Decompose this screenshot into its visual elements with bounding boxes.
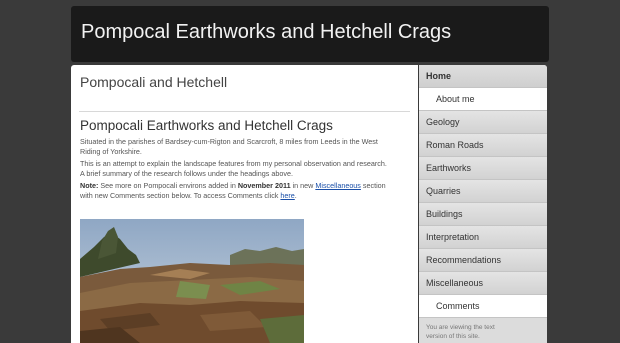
main-content: Pompocali and Hetchell Pompocali Earthwo… <box>71 65 418 343</box>
nav-item-miscellaneous[interactable]: Miscellaneous <box>419 272 547 295</box>
landscape-photo <box>80 219 304 343</box>
nav-item-geology[interactable]: Geology <box>419 111 547 134</box>
nav-item-home[interactable]: Home <box>419 65 547 88</box>
summary-paragraph: This is an attempt to explain the landsc… <box>80 159 387 178</box>
intro-paragraph: Situated in the parishes of Bardsey-cum-… <box>80 137 378 156</box>
nav-item-comments[interactable]: Comments <box>419 295 547 318</box>
note-date: November 2011 <box>237 181 291 190</box>
note-label: Note: <box>80 181 99 190</box>
article-body: Situated in the parishes of Bardsey-cum-… <box>80 137 415 200</box>
text-version-note: You are viewing the text version of this… <box>426 324 495 340</box>
article-title: Pompocali Earthworks and Hetchell Crags <box>80 118 333 133</box>
miscellaneous-link[interactable]: Miscellaneous <box>315 181 361 190</box>
sidebar: Home About me Geology Roman Roads Earthw… <box>419 65 547 343</box>
nav-item-roman-roads[interactable]: Roman Roads <box>419 134 547 157</box>
nav-item-recommendations[interactable]: Recommendations <box>419 249 547 272</box>
main-nav: Home About me Geology Roman Roads Earthw… <box>419 65 547 318</box>
note-paragraph: Note: See more on Pompocali environs add… <box>80 181 386 200</box>
nav-item-interpretation[interactable]: Interpretation <box>419 226 547 249</box>
nav-item-quarries[interactable]: Quarries <box>419 180 547 203</box>
nav-item-about-me[interactable]: About me <box>419 88 547 111</box>
comments-link[interactable]: here <box>280 191 294 200</box>
divider <box>79 111 410 112</box>
nav-item-buildings[interactable]: Buildings <box>419 203 547 226</box>
site-header: Pompocal Earthworks and Hetchell Crags <box>71 6 549 62</box>
section-title: Pompocali and Hetchell <box>80 74 228 90</box>
site-title[interactable]: Pompocal Earthworks and Hetchell Crags <box>81 21 451 44</box>
nav-item-earthworks[interactable]: Earthworks <box>419 157 547 180</box>
